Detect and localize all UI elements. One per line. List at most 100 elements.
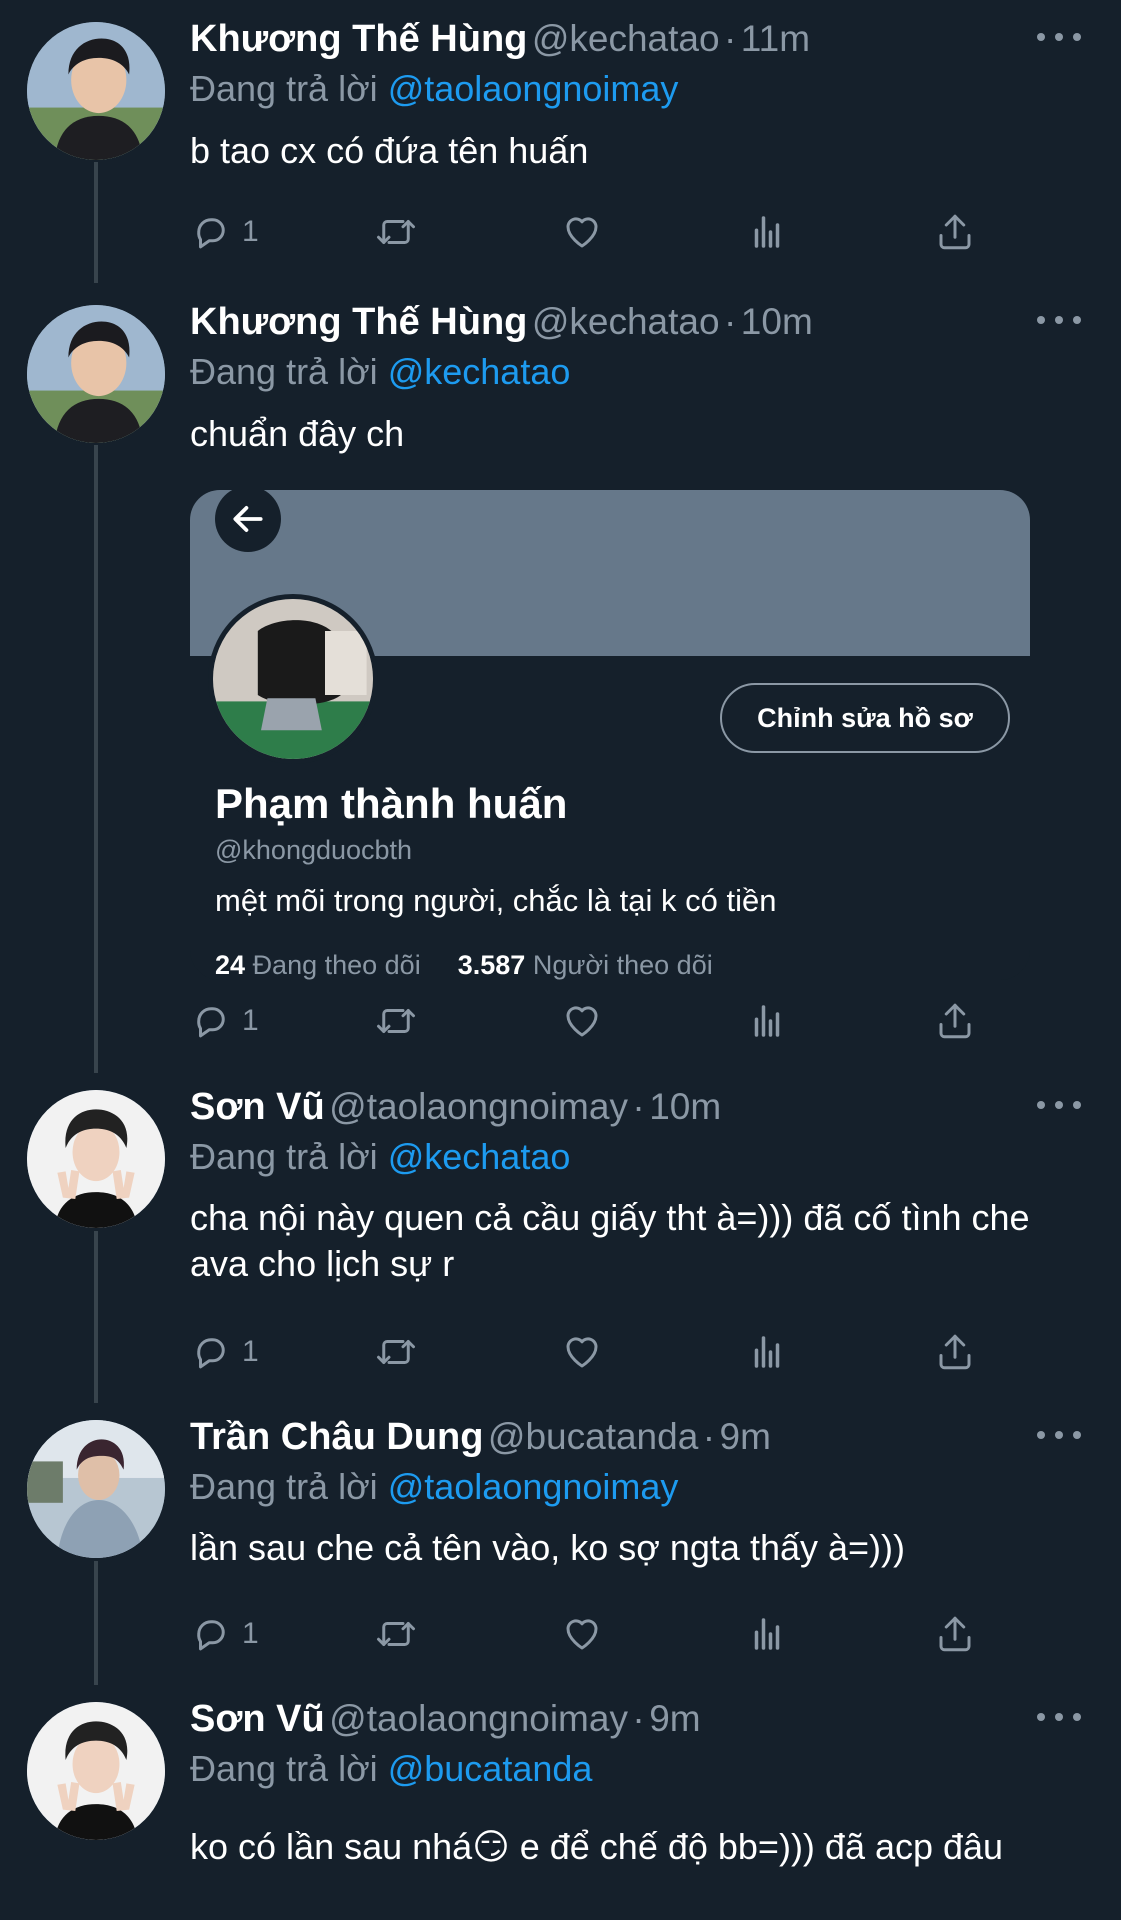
replying-label: Đang trả lời (190, 1136, 378, 1177)
tweet-actions: 1 (190, 208, 990, 256)
separator-dot: · (724, 18, 737, 59)
following-label[interactable]: Đang theo dõi (253, 950, 421, 980)
share-button[interactable] (934, 997, 976, 1045)
reply-button[interactable]: 1 (190, 1610, 259, 1658)
mention-link[interactable]: @bucatanda (388, 1748, 593, 1789)
more-dots-icon[interactable] (1037, 1090, 1081, 1120)
share-icon (934, 1331, 976, 1373)
author-handle[interactable]: @kechatao (532, 301, 720, 342)
thread-line (94, 1561, 98, 1685)
reply-button[interactable]: 1 (190, 208, 259, 256)
author-name[interactable]: Trần Châu Dung (190, 1416, 483, 1458)
tweet-text: ko có lần sau nhá😏 e để chế độ bb=))) đã… (190, 1826, 1004, 1867)
separator-dot: · (702, 1416, 716, 1457)
more-dots-icon[interactable] (1037, 305, 1081, 335)
reply-count: 1 (242, 215, 259, 248)
tweet[interactable]: Khương Thế Hùng @kechatao · 10m Đang trả… (0, 283, 1121, 1073)
followers-count[interactable]: 3.587 (458, 950, 526, 980)
replying-label: Đang trả lời (190, 68, 378, 109)
mention-link[interactable]: @kechatao (388, 1136, 571, 1177)
analytics-button[interactable] (746, 1610, 788, 1658)
analytics-icon (746, 211, 788, 253)
replying-to: Đang trả lời @kechatao (190, 351, 570, 393)
retweet-icon (375, 1000, 417, 1042)
profile-bio: mệt mõi trong người, chắc là tại k có ti… (215, 883, 777, 918)
avatar[interactable] (27, 305, 165, 443)
thread-line (94, 445, 98, 1073)
tweet[interactable]: Sơn Vũ @taolaongnoimay · 10m Đang trả lờ… (0, 1073, 1121, 1403)
timestamp[interactable]: 11m (741, 18, 810, 59)
author-handle[interactable]: @bucatanda (488, 1416, 698, 1457)
timestamp[interactable]: 10m (741, 301, 813, 342)
avatar[interactable] (27, 1090, 165, 1228)
replying-label: Đang trả lời (190, 1466, 378, 1507)
reply-count: 1 (242, 1004, 259, 1037)
reply-count: 1 (242, 1335, 259, 1368)
thread-feed: Khương Thế Hùng @kechatao · 11m Đang trả… (0, 0, 1121, 1920)
heart-icon (561, 1613, 603, 1655)
heart-icon (561, 1331, 603, 1373)
author-name[interactable]: Sơn Vũ (190, 1086, 325, 1128)
following-count[interactable]: 24 (215, 950, 245, 980)
followers-label[interactable]: Người theo dõi (533, 950, 713, 980)
tweet[interactable]: Trần Châu Dung @bucatanda · 9m Đang trả … (0, 1403, 1121, 1685)
reply-icon (190, 1613, 232, 1655)
author-name[interactable]: Sơn Vũ (190, 1698, 325, 1740)
author-handle[interactable]: @taolaongnoimay (329, 1086, 628, 1127)
reply-button[interactable]: 1 (190, 997, 259, 1045)
thread-line (94, 162, 98, 283)
author-name[interactable]: Khương Thế Hùng (190, 301, 527, 343)
analytics-icon (746, 1331, 788, 1373)
reply-button[interactable]: 1 (190, 1328, 259, 1376)
profile-screenshot-card[interactable]: Chỉnh sửa hồ sơ Phạm thành huấn @khongdu… (190, 490, 1030, 980)
replying-to: Đang trả lời @kechatao (190, 1136, 570, 1178)
timestamp[interactable]: 10m (649, 1086, 721, 1127)
like-button[interactable] (561, 1610, 603, 1658)
heart-icon (561, 211, 603, 253)
mention-link[interactable]: @taolaongnoimay (388, 1466, 679, 1507)
profile-avatar[interactable] (208, 594, 378, 764)
more-dots-icon[interactable] (1037, 1702, 1081, 1732)
share-icon (934, 211, 976, 253)
tweet-text: b tao cx có đứa tên huấn (190, 130, 589, 171)
more-dots-icon[interactable] (1037, 22, 1081, 52)
retweet-button[interactable] (375, 997, 417, 1045)
mention-link[interactable]: @kechatao (388, 351, 571, 392)
avatar[interactable] (27, 22, 165, 160)
analytics-button[interactable] (746, 997, 788, 1045)
mention-link[interactable]: @taolaongnoimay (388, 68, 679, 109)
author-name[interactable]: Khương Thế Hùng (190, 18, 527, 60)
share-button[interactable] (934, 1328, 976, 1376)
analytics-icon (746, 1000, 788, 1042)
tweet[interactable]: Khương Thế Hùng @kechatao · 11m Đang trả… (0, 0, 1121, 283)
retweet-icon (375, 1613, 417, 1655)
retweet-button[interactable] (375, 1328, 417, 1376)
timestamp[interactable]: 9m (649, 1698, 700, 1739)
timestamp[interactable]: 9m (720, 1416, 771, 1457)
separator-dot: · (632, 1086, 645, 1127)
back-arrow-icon (233, 506, 263, 532)
more-dots-icon[interactable] (1037, 1420, 1081, 1450)
like-button[interactable] (561, 1328, 603, 1376)
edit-profile-button[interactable]: Chỉnh sửa hồ sơ (720, 683, 1010, 753)
retweet-button[interactable] (375, 208, 417, 256)
share-button[interactable] (934, 1610, 976, 1658)
analytics-button[interactable] (746, 1328, 788, 1376)
analytics-button[interactable] (746, 208, 788, 256)
retweet-button[interactable] (375, 1610, 417, 1658)
like-button[interactable] (561, 997, 603, 1045)
share-button[interactable] (934, 208, 976, 256)
tweet-actions: 1 (190, 1610, 990, 1658)
like-button[interactable] (561, 208, 603, 256)
avatar[interactable] (27, 1702, 165, 1840)
tweet-text: chuẩn đây ch (190, 413, 405, 454)
tweet[interactable]: Sơn Vũ @taolaongnoimay · 9m Đang trả lời… (0, 1685, 1121, 1920)
share-icon (934, 1613, 976, 1655)
share-icon (934, 1000, 976, 1042)
tweet-text: cha nội này quen cả cầu giấy tht à=))) đ… (190, 1197, 1030, 1284)
author-handle[interactable]: @kechatao (532, 18, 720, 59)
retweet-icon (375, 1331, 417, 1373)
author-handle[interactable]: @taolaongnoimay (329, 1698, 628, 1739)
avatar[interactable] (27, 1420, 165, 1558)
profile-stats: 24 Đang theo dõi 3.587 Người theo dõi (215, 950, 713, 980)
